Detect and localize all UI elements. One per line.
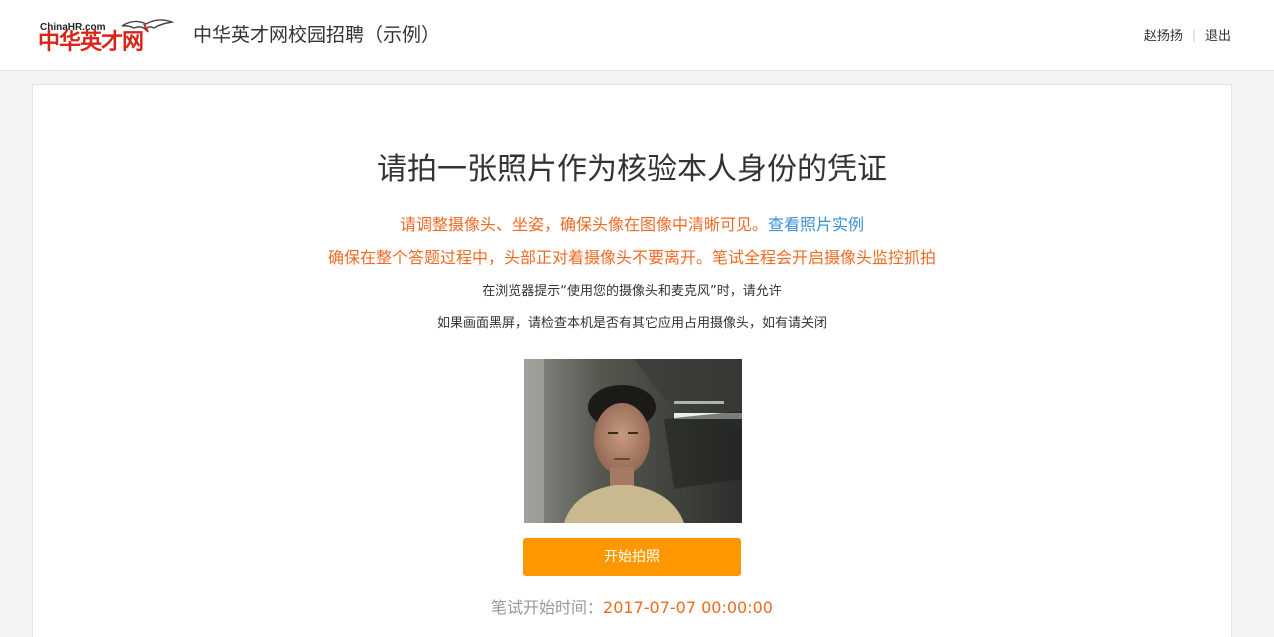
exam-start-time: 笔试开始时间：2017-07-07 00:00:00 bbox=[0, 597, 1264, 619]
top-header: ChinaHR.com 中华英才网 中华英才网校园招聘（示例） 赵扬扬 | 退出 bbox=[0, 0, 1274, 71]
start-capture-button[interactable]: 开始拍照 bbox=[523, 538, 741, 576]
camera-feed-image bbox=[524, 359, 742, 523]
instruction-line-3: 在浏览器提示“使用您的摄像头和麦克风”时，请允许 bbox=[482, 284, 782, 299]
view-photo-example-link[interactable]: 查看照片实例 bbox=[768, 215, 864, 234]
instruction-line-2: 确保在整个答题过程中，头部正对着摄像头不要离开。笔试全程会开启摄像头监控抓拍 bbox=[327, 248, 936, 267]
user-nav: 赵扬扬 | 退出 bbox=[1144, 25, 1231, 45]
instruction-text-1: 请调整摄像头、坐姿，确保头像在图像中清晰可见。 bbox=[399, 215, 768, 234]
page-title: 请拍一张照片作为核验本人身份的凭证 bbox=[377, 152, 887, 187]
instruction-line-4: 如果画面黑屏，请检查本机是否有其它应用占用摄像头，如有请关闭 bbox=[436, 316, 827, 331]
instruction-line-1: 请调整摄像头、坐姿，确保头像在图像中清晰可见。查看照片实例 bbox=[0, 214, 1264, 236]
chinahr-logo[interactable]: ChinaHR.com 中华英才网 bbox=[38, 16, 174, 56]
camera-preview bbox=[524, 359, 742, 523]
user-name-link[interactable]: 赵扬扬 bbox=[1144, 25, 1183, 44]
exam-time-label: 笔试开始时间： bbox=[491, 598, 604, 617]
logo-brand-text: 中华英才网 bbox=[38, 30, 144, 55]
logout-link[interactable]: 退出 bbox=[1205, 25, 1231, 44]
site-title: 中华英才网校园招聘（示例） bbox=[193, 24, 441, 46]
exam-time-value: 2017-07-07 00:00:00 bbox=[603, 598, 773, 617]
nav-separator: | bbox=[1191, 27, 1196, 42]
